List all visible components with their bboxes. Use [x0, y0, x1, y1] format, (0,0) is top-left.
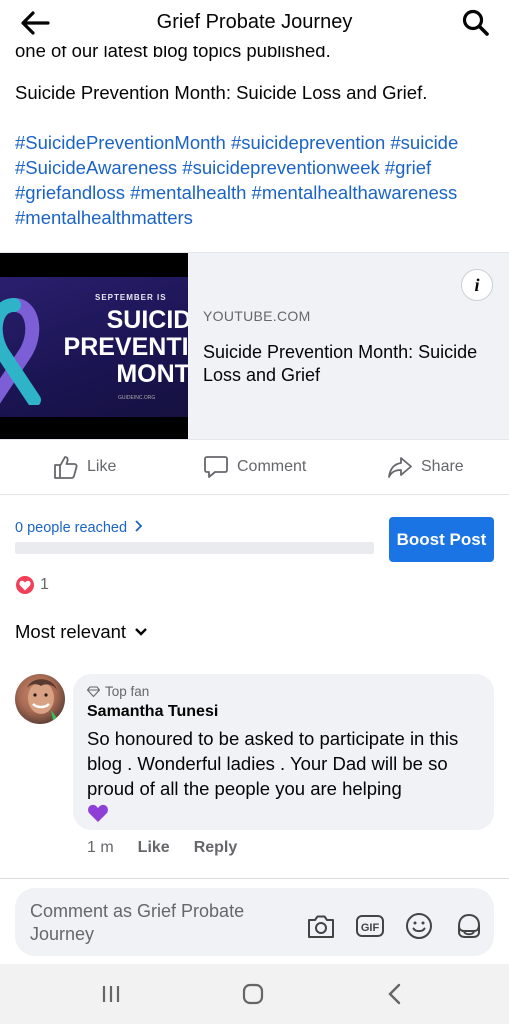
- comment-placeholder: Comment as Grief Probate Journey: [30, 901, 245, 944]
- share-button[interactable]: Share: [387, 454, 464, 480]
- emoji-icon[interactable]: [403, 910, 435, 942]
- love-reaction-icon: [15, 575, 35, 595]
- boost-post-button[interactable]: Boost Post: [389, 517, 494, 562]
- comment-input[interactable]: Comment as Grief Probate Journey GIF: [15, 888, 494, 956]
- svg-text:GIF: GIF: [361, 922, 380, 934]
- thumbnail-small-text: SEPTEMBER IS: [95, 293, 167, 302]
- comment-label: Comment: [237, 458, 307, 475]
- comment-author[interactable]: Samantha Tunesi: [87, 703, 218, 721]
- link-headline[interactable]: Suicide Prevention Month: Suicide Loss a…: [203, 341, 493, 387]
- comment-bubble[interactable]: Top fan Samantha Tunesi So honoured to b…: [73, 674, 494, 830]
- comment-meta: 1 m Like Reply: [87, 839, 237, 857]
- gif-icon[interactable]: GIF: [354, 910, 386, 942]
- post-action-bar: Like Comment Share: [0, 439, 509, 495]
- page-title: Grief Probate Journey: [156, 11, 353, 33]
- like-label: Like: [87, 458, 117, 475]
- thumbnail-source: GUIDEINC.ORG: [118, 395, 156, 401]
- comment-like-button[interactable]: Like: [138, 839, 170, 857]
- info-button[interactable]: i: [461, 269, 493, 301]
- thumbnail-panel: SEPTEMBER IS SUICIDE PREVENTIO MONTH GUI…: [0, 277, 188, 417]
- comment-time: 1 m: [87, 839, 114, 856]
- comment-reply-button[interactable]: Reply: [194, 839, 238, 857]
- comment-sort-dropdown[interactable]: Most relevant: [15, 621, 148, 643]
- link-preview-card[interactable]: SEPTEMBER IS SUICIDE PREVENTIO MONTH GUI…: [0, 252, 509, 440]
- post-paragraph: Suicide Prevention Month: Suicide Loss a…: [15, 82, 428, 103]
- thumbs-up-icon: [54, 456, 78, 479]
- share-label: Share: [421, 458, 464, 475]
- recent-apps-icon[interactable]: [96, 982, 126, 1006]
- comment-composer-bar: Comment as Grief Probate Journey GIF: [0, 878, 509, 962]
- purple-heart-icon: [88, 804, 108, 822]
- people-reached-link[interactable]: 0 people reached: [15, 520, 144, 536]
- reaction-count: 1: [40, 576, 49, 593]
- like-button[interactable]: Like: [53, 454, 116, 480]
- search-icon[interactable]: [461, 8, 491, 38]
- post-hashtags[interactable]: #SuicidePreventionMonth #suicidepreventi…: [15, 130, 500, 230]
- post-text: one of our latest blog topics published.…: [15, 36, 500, 230]
- comment-text: So honoured to be asked to participate i…: [87, 726, 487, 824]
- reach-progress-bar: [15, 542, 374, 554]
- home-icon[interactable]: [238, 982, 268, 1006]
- back-nav-icon[interactable]: [380, 982, 410, 1006]
- comment-bubble-icon: [204, 456, 228, 478]
- chevron-right-icon: [135, 520, 143, 532]
- reaction-summary[interactable]: 1: [15, 575, 49, 595]
- system-navigation-bar: [0, 964, 509, 1024]
- diamond-icon: [87, 686, 100, 697]
- thumbnail-headline: SUICIDE PREVENTIO MONTH: [63, 306, 188, 388]
- share-arrow-icon: [388, 457, 412, 478]
- top-fan-badge: Top fan: [87, 684, 149, 699]
- link-thumbnail[interactable]: SEPTEMBER IS SUICIDE PREVENTIO MONTH GUI…: [0, 253, 188, 440]
- avatar[interactable]: [15, 674, 65, 724]
- avatar-photo: [27, 679, 57, 720]
- sticker-icon[interactable]: [453, 910, 485, 942]
- chevron-down-icon: [135, 628, 147, 636]
- top-bar: Grief Probate Journey: [0, 0, 509, 46]
- link-domain: YOUTUBE.COM: [203, 308, 311, 324]
- sort-label: Most relevant: [15, 621, 127, 642]
- comment-button[interactable]: Comment: [203, 454, 306, 480]
- link-info[interactable]: YOUTUBE.COM Suicide Prevention Month: Su…: [203, 308, 493, 387]
- camera-icon[interactable]: [305, 910, 337, 942]
- awareness-ribbon-icon: [0, 298, 41, 405]
